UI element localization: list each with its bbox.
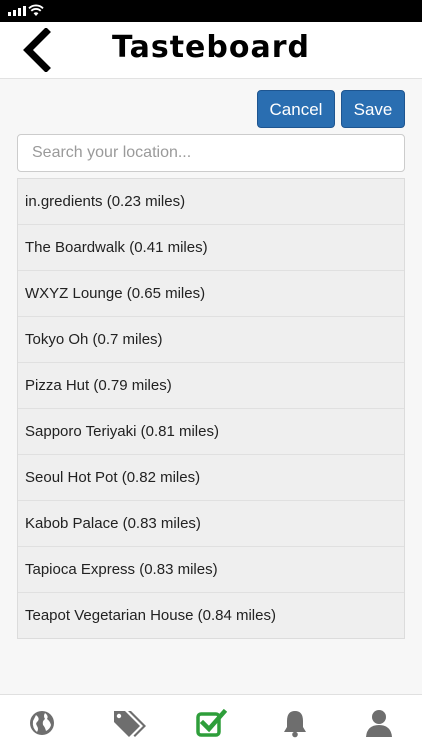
signal-icon [8, 6, 26, 16]
user-icon [366, 710, 392, 737]
tab-bar [0, 694, 422, 751]
location-item[interactable]: Pizza Hut (0.79 miles) [18, 363, 404, 409]
tab-profile[interactable] [361, 705, 397, 741]
tab-tags[interactable] [111, 705, 147, 741]
location-item[interactable]: WXYZ Lounge (0.65 miles) [18, 271, 404, 317]
location-item[interactable]: in.gredients (0.23 miles) [18, 179, 404, 225]
status-bar [0, 0, 422, 22]
wifi-icon [28, 4, 44, 16]
location-item[interactable]: Sapporo Teriyaki (0.81 miles) [18, 409, 404, 455]
checkin-icon [196, 708, 227, 737]
location-item[interactable]: The Boardwalk (0.41 miles) [18, 225, 404, 271]
cancel-button[interactable]: Cancel [257, 90, 335, 128]
save-button[interactable]: Save [341, 90, 405, 128]
location-search-input[interactable] [17, 134, 405, 172]
location-item[interactable]: Tokyo Oh (0.7 miles) [18, 317, 404, 363]
bell-icon [284, 711, 306, 738]
tags-icon [114, 711, 146, 737]
tab-explore[interactable] [24, 705, 60, 741]
location-item[interactable]: Seoul Hot Pot (0.82 miles) [18, 455, 404, 501]
tab-checkin[interactable] [193, 705, 229, 741]
location-item[interactable]: Teapot Vegetarian House (0.84 miles) [18, 593, 404, 638]
location-list: in.gredients (0.23 miles) The Boardwalk … [17, 178, 405, 639]
globe-icon [30, 711, 54, 735]
location-item[interactable]: Kabob Palace (0.83 miles) [18, 501, 404, 547]
location-item[interactable]: Tapioca Express (0.83 miles) [18, 547, 404, 593]
app-title: Tasteboard [112, 30, 310, 65]
tab-notifications[interactable] [277, 705, 313, 741]
app-header: Tasteboard [0, 22, 422, 79]
